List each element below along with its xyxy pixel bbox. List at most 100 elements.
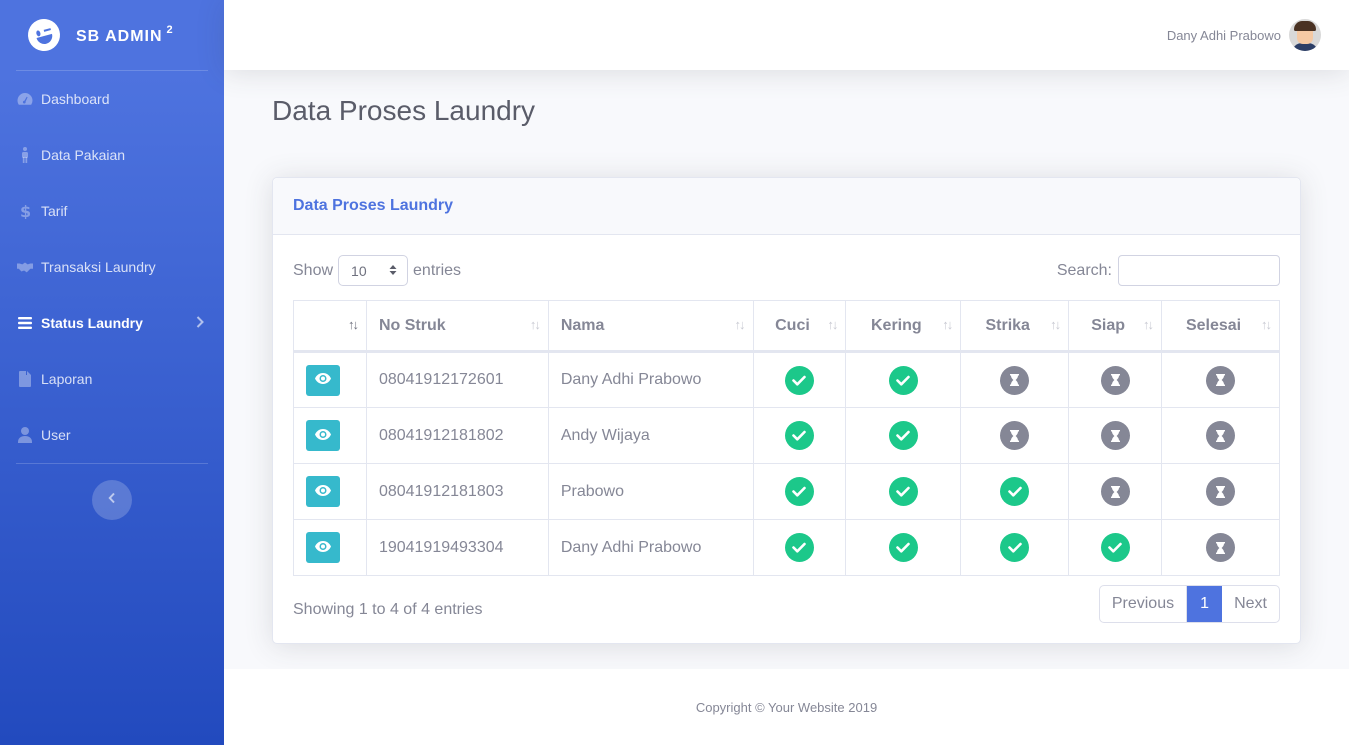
check-circle-icon — [888, 533, 918, 562]
sidebar-item-status-laundry[interactable]: Status Laundry — [0, 295, 224, 351]
sidebar-item-laporan[interactable]: Laporan — [0, 351, 224, 407]
sidebar-item-dashboard[interactable]: Dashboard — [0, 71, 224, 127]
show-label: Show — [293, 261, 334, 279]
action-cell — [293, 519, 367, 576]
nama-cell: Dany Adhi Prabowo — [547, 519, 754, 576]
nama-cell: Andy Wijaya — [547, 407, 754, 464]
check-circle-icon — [784, 421, 814, 450]
male-icon — [17, 147, 33, 163]
eye-icon — [315, 483, 331, 501]
no-struk-cell: 08041912181802 — [365, 407, 549, 464]
sort-icon: ↑↓ — [529, 317, 541, 332]
laugh-wink-icon — [24, 15, 64, 55]
view-button[interactable] — [306, 364, 340, 396]
status-cell — [752, 407, 847, 464]
status-cell — [960, 407, 1070, 464]
card-title: Data Proses Laundry — [293, 197, 454, 214]
sidebar-item-data-pakaian[interactable]: Data Pakaian — [0, 127, 224, 183]
footer: Copyright © Your Website 2019 — [224, 669, 1349, 745]
view-button[interactable] — [306, 476, 340, 507]
pagination-previous[interactable]: Previous — [1100, 586, 1188, 622]
hourglass-icon — [1206, 421, 1236, 450]
view-button[interactable] — [306, 420, 340, 451]
sort-icon: ↑↓ — [1050, 317, 1061, 332]
entries-label: entries — [413, 261, 462, 279]
no-struk-cell: 08041912181803 — [365, 463, 549, 520]
nama-cell: Prabowo — [547, 463, 754, 520]
tachometer-icon — [17, 91, 33, 107]
sidebar-item-transaksi-laundry[interactable]: Transaksi Laundry — [0, 239, 224, 295]
status-cell — [1068, 463, 1163, 520]
sort-icon: ↑↓ — [942, 317, 953, 332]
svg-text:$: $ — [20, 203, 30, 219]
bars-icon — [17, 315, 33, 331]
no-struk-cell: 08041912172601 — [365, 351, 549, 408]
handshake-icon — [17, 259, 33, 275]
status-cell — [1161, 351, 1280, 408]
column-header-action[interactable]: ↑↓ — [293, 300, 367, 353]
status-cell — [960, 463, 1070, 520]
status-cell — [960, 519, 1070, 576]
copyright-text: Copyright © Your Website 2019 — [695, 699, 878, 715]
user-name[interactable]: Dany Adhi Prabowo — [1167, 28, 1281, 43]
table-row: 19041919493304 Dany Adhi Prabowo — [293, 519, 1280, 576]
check-circle-icon — [784, 477, 814, 506]
search-input[interactable] — [1118, 255, 1280, 286]
data-card: Data Proses Laundry Show 10 entries Sear… — [272, 177, 1301, 644]
check-circle-icon — [1100, 533, 1130, 562]
sort-icon: ↑↓ — [827, 317, 838, 332]
sidebar-brand[interactable]: SB ADMIN 2 — [0, 0, 224, 70]
card-header: Data Proses Laundry — [273, 178, 1300, 235]
column-header-no-struk[interactable]: No Struk ↑↓ — [365, 300, 549, 353]
status-cell — [1161, 407, 1280, 464]
table-search: Search: — [1057, 255, 1280, 286]
page-title: Data Proses Laundry — [272, 95, 536, 126]
table-header-row: ↑↓ No Struk ↑↓ Nama ↑↓ Cuci ↑↓ Kering ↑↓ Str… — [293, 300, 1280, 353]
hourglass-icon — [1100, 421, 1130, 450]
status-cell — [752, 519, 847, 576]
entries-select-value: 10 — [351, 262, 367, 279]
sidebar-item-user[interactable]: User — [0, 407, 224, 463]
action-cell — [293, 463, 367, 520]
sidebar-toggle-button[interactable] — [92, 480, 132, 520]
status-cell — [752, 351, 847, 408]
status-cell — [960, 351, 1070, 408]
check-circle-icon — [888, 365, 918, 395]
column-header-nama[interactable]: Nama ↑↓ — [547, 300, 754, 353]
column-header-selesai[interactable]: Selesai ↑↓ — [1161, 300, 1280, 353]
column-header-cuci[interactable]: Cuci ↑↓ — [752, 300, 847, 353]
hourglass-icon — [1100, 365, 1130, 395]
check-circle-icon — [1000, 533, 1030, 562]
status-cell — [845, 463, 962, 520]
column-header-kering[interactable]: Kering ↑↓ — [845, 300, 962, 353]
pagination-page-1[interactable]: 1 — [1187, 586, 1223, 622]
table-info: Showing 1 to 4 of 4 entries — [293, 601, 483, 618]
avatar[interactable] — [1289, 19, 1321, 51]
entries-select[interactable]: 10 — [338, 255, 409, 286]
data-table: ↑↓ No Struk ↑↓ Nama ↑↓ Cuci ↑↓ Kering ↑↓ Str… — [293, 300, 1280, 576]
table-row: 08041912181803 Prabowo — [293, 463, 1280, 520]
entries-length-control: Show 10 entries — [293, 255, 461, 286]
pagination-next[interactable]: Next — [1222, 586, 1279, 622]
search-label: Search: — [1056, 261, 1112, 279]
table-row: 08041912181802 Andy Wijaya — [293, 407, 1280, 464]
status-cell — [752, 463, 847, 520]
brand-text: SB ADMIN 2 — [76, 24, 174, 45]
hourglass-icon — [1206, 365, 1236, 395]
sidebar-divider — [16, 463, 208, 464]
sidebar-item-label: Dashboard — [41, 91, 110, 107]
nama-cell: Dany Adhi Prabowo — [547, 351, 754, 408]
hourglass-icon — [1100, 477, 1130, 506]
status-cell — [845, 351, 962, 408]
sidebar-item-tarif[interactable]: $ Tarif — [0, 183, 224, 239]
status-cell — [1068, 407, 1163, 464]
sidebar: SB ADMIN 2 Dashboard Data Pakaian $ Tarif… — [0, 0, 224, 745]
column-header-siap[interactable]: Siap ↑↓ — [1068, 300, 1163, 353]
view-button[interactable] — [306, 532, 340, 563]
column-header-strika[interactable]: Strika ↑↓ — [960, 300, 1070, 353]
dollar-icon: $ — [17, 203, 33, 219]
sidebar-item-label: Tarif — [41, 203, 68, 219]
check-circle-icon — [1000, 477, 1030, 506]
hourglass-icon — [1000, 421, 1030, 450]
sidebar-item-label: Status Laundry — [41, 315, 143, 331]
